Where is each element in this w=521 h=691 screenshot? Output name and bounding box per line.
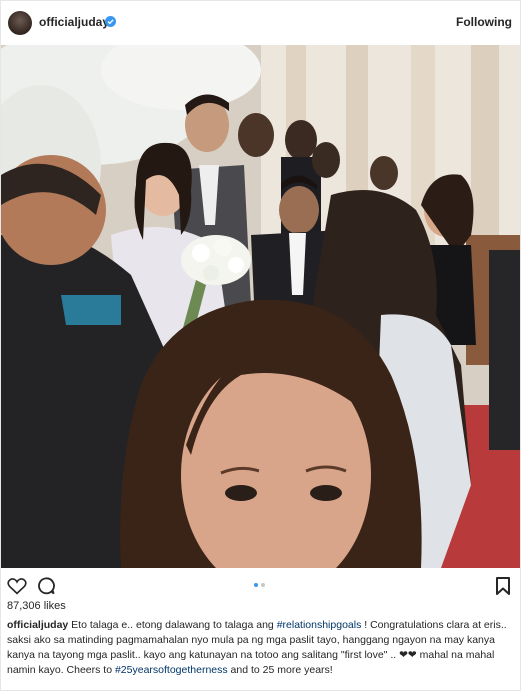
carousel-dot[interactable]	[261, 583, 265, 587]
carousel-indicator	[254, 583, 265, 587]
post-header: officialjuday Following	[1, 1, 520, 45]
avatar[interactable]	[8, 11, 32, 35]
caption-text: and to 25 more years!	[227, 664, 333, 676]
instagram-post: officialjuday Following 87,306 likes off…	[0, 0, 521, 691]
like-count[interactable]: 87,306 likes	[7, 600, 66, 612]
post-photo[interactable]	[1, 45, 520, 568]
comment-icon[interactable]	[37, 577, 55, 595]
caption-username[interactable]: officialjuday	[7, 619, 68, 631]
following-button[interactable]: Following	[456, 15, 512, 29]
username[interactable]: officialjuday	[39, 15, 109, 29]
verified-icon	[105, 16, 116, 27]
bookmark-icon[interactable]	[496, 577, 510, 595]
post-actions	[1, 568, 520, 604]
caption: officialjuday Eto talaga e.. etong dalaw…	[7, 618, 514, 678]
hashtag-link[interactable]: #relationshipgoals	[277, 619, 362, 631]
carousel-dot[interactable]	[254, 583, 258, 587]
heart-icon[interactable]	[7, 577, 27, 595]
hashtag-link[interactable]: #25yearsoftogetherness	[115, 664, 228, 676]
caption-text: Eto talaga e.. etong dalawang to talaga …	[68, 619, 277, 631]
